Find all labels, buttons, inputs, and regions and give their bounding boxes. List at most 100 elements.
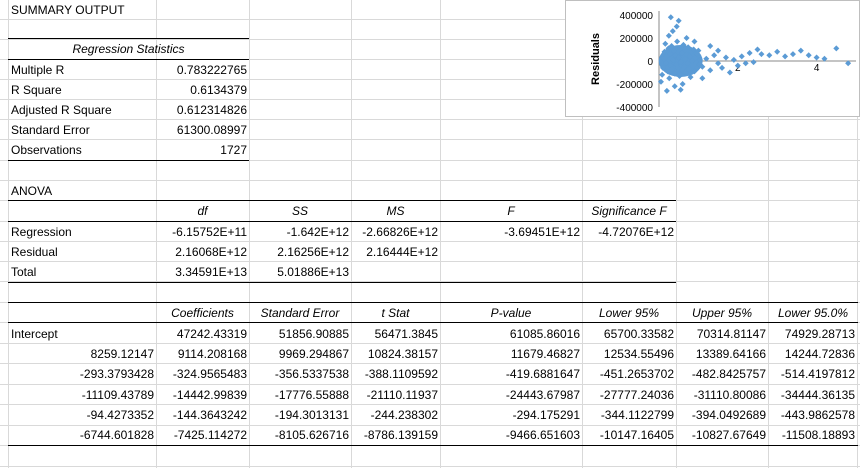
coef-row-label: -94.4273352 [86,408,154,422]
gridline [0,139,860,140]
gridline [0,119,860,120]
coef-cell: 12534.55496 [603,347,674,361]
scatter-point [722,54,729,61]
coef-row-label: -6744.601828 [79,428,154,442]
gridline [0,180,860,181]
y-tick-label: 200000 [620,34,654,45]
coef-cell: -356.5337538 [274,367,349,381]
coef-row-label: -11109.43789 [81,388,154,402]
coef-cell: -324.9565483 [172,367,247,381]
coef-col-header: t Stat [381,306,410,320]
coef-cell: -17776.55888 [274,388,349,402]
gridline [0,466,860,467]
anova-cell: 2.16256E+12 [277,245,349,259]
coef-cell: -34444.36135 [780,388,855,402]
scatter-point [662,40,669,47]
coef-cell: -344.1122799 [600,408,674,422]
scatter-point [677,86,684,93]
scatter-point [679,81,686,87]
coef-cell: -21110.11937 [366,388,438,402]
coef-cell: -144.3643242 [172,408,247,422]
anova-row-label: Regression [11,225,72,239]
coef-cell: -294.175291 [512,408,580,422]
coef-cell: -10827.67649 [691,428,766,442]
coef-cell: 56471.3845 [374,327,438,341]
coef-cell: -482.8425757 [691,367,766,381]
scatter-point [719,64,726,71]
residual-plot[interactable]: 4000002000000-200000-400000 24 Residuals [565,0,860,117]
coef-col-header: Standard Error [260,306,340,320]
coef-row-label: -293.3793428 [79,367,154,381]
scatter-point [691,38,698,45]
coef-cell: 14244.72836 [784,347,855,361]
anova-cell: -2.66826E+12 [362,225,438,239]
coef-cell: -194.3013131 [274,408,349,422]
stat-label: Standard Error [11,123,90,137]
y-tick-label: -200000 [616,80,653,91]
scatter-point [669,28,676,35]
coef-cell: -9466.651603 [505,428,580,442]
coef-col-header: Upper 95% [691,306,753,320]
anova-cell: -6.15752E+11 [172,225,247,239]
y-tick-label: -400000 [616,103,653,114]
scatter-point [754,46,761,53]
coef-cell: 10824.38157 [367,347,438,361]
coef-cell: 9114.208168 [177,347,247,361]
coef-cell: -31110.80086 [693,388,766,402]
coef-cell: 65700.33582 [603,327,674,341]
coef-cell: -244.238302 [370,408,438,422]
coef-cell: -443.9862578 [780,408,855,422]
scatter-point [715,47,722,54]
coef-cell: 47242.43319 [176,327,247,341]
stat-value: 0.783222765 [176,63,247,77]
coef-cell: -8786.139159 [363,428,438,442]
coef-col-header: Coefficients [171,306,234,320]
scatter-point [746,49,753,56]
stat-value: 0.6134379 [190,83,247,97]
anova-cell: 2.16444E+12 [366,245,438,259]
scatter-point [675,17,682,24]
anova-cell: -4.72076E+12 [598,225,674,239]
scatter-point [726,69,733,76]
anova-col-header: F [507,204,515,218]
anova-cell: 2.16068E+12 [175,245,247,259]
coef-bottom-rule [8,445,858,446]
coef-col-header: P-value [490,306,532,320]
anova-cell: -3.69451E+12 [504,225,580,239]
coef-cell: -8105.626716 [274,428,349,442]
anova-col-header: df [197,204,208,218]
coef-header-rule [8,322,858,323]
scatter-point [766,52,773,59]
coef-cell: -451.2653702 [599,367,674,381]
coef-cell: -7425.114272 [173,428,247,442]
anova-title: ANOVA [11,184,53,198]
coef-cell: 61085.86016 [509,327,580,341]
stat-value: 1727 [220,143,247,157]
anova-row-label: Residual [11,245,58,259]
residual-plot-svg: 4000002000000-200000-400000 24 Residuals [590,11,856,114]
coef-cell: 74929.28713 [784,327,855,341]
coef-cell: -419.6881647 [505,367,580,381]
scatter-point [673,23,680,30]
scatter-point [699,75,706,82]
coef-cell: 70314.81147 [696,327,766,341]
coef-cell: 9969.294867 [278,347,349,361]
scatter-point [711,52,718,59]
stat-value: 61300.08997 [176,123,247,137]
scatter-point [707,43,714,50]
coef-row-label: Intercept [11,327,58,341]
coef-cell: -14442.99839 [172,388,247,402]
anova-cell: 3.34591E+13 [175,265,247,279]
scatter-point [730,56,737,63]
regression-stats-header: Regression Statistics [72,42,185,56]
scatter-point [805,52,812,59]
scatter-point [683,35,690,41]
anova-col-header: SS [291,204,308,218]
anova-row-label: Total [11,265,37,279]
coef-cell: -388.1109592 [364,367,438,381]
scatter-point [738,53,745,60]
stat-label: Multiple R [11,63,65,77]
coef-row-label: 8259.12147 [90,347,154,361]
scatter-point [813,54,820,61]
scatter-point [750,59,757,66]
